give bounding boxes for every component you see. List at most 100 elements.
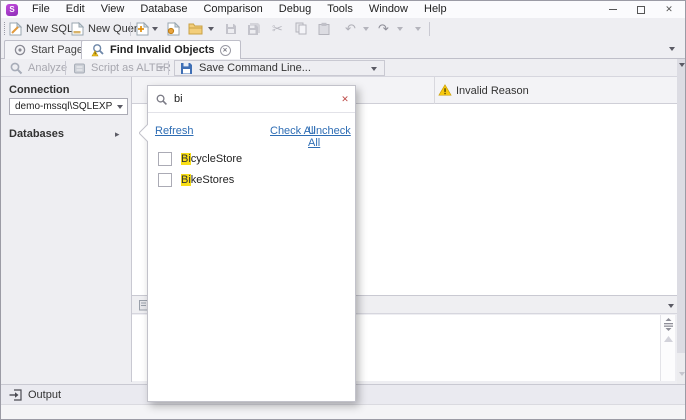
- tab-list-dropdown[interactable]: [669, 47, 675, 51]
- toolbar-separator: [130, 22, 131, 36]
- redo-button[interactable]: ↷: [378, 21, 389, 36]
- script-as-alter-icon: [73, 62, 86, 75]
- copy-icon: [295, 22, 307, 35]
- new-sql-icon: [9, 22, 22, 36]
- save-button[interactable]: [225, 21, 237, 36]
- save-command-line-dropdown[interactable]: [371, 67, 377, 71]
- menu-view[interactable]: View: [93, 1, 133, 18]
- connection-dropdown-icon: [117, 105, 123, 109]
- menu-debug[interactable]: Debug: [271, 1, 319, 18]
- paste-button[interactable]: [318, 21, 330, 36]
- connection-label: Connection: [9, 84, 70, 96]
- new-query-label: New Query: [88, 23, 143, 35]
- toolbar-grip[interactable]: [4, 22, 5, 35]
- database-search-input[interactable]: [174, 89, 335, 109]
- menu-help[interactable]: Help: [416, 1, 455, 18]
- databases-label: Databases: [9, 128, 64, 140]
- new-sql-label: New SQL: [26, 23, 73, 35]
- cmdbar-separator-1: [65, 61, 66, 75]
- database-list-item: BikeStores: [148, 169, 355, 190]
- connection-value: demo-mssql\SQLEXPRESS: [10, 101, 113, 112]
- new-document-dropdown[interactable]: [152, 27, 158, 31]
- refresh-link[interactable]: Refresh: [155, 125, 194, 137]
- save-command-line-icon: [180, 62, 193, 75]
- document-tab-bar: Start Page Find Invalid Objects ✕: [1, 39, 685, 59]
- database-item-label-rest: cycleStore: [191, 153, 242, 165]
- tab-start-page[interactable]: Start Page: [4, 40, 93, 59]
- menu-tools[interactable]: Tools: [319, 1, 361, 18]
- undo-dropdown[interactable]: [363, 27, 369, 31]
- databases-expander-icon[interactable]: ▸: [115, 129, 120, 139]
- save-command-line-button[interactable]: Save Command Line...: [174, 60, 385, 76]
- script-as-alter-dropdown[interactable]: [158, 66, 164, 70]
- new-document-icon: [136, 22, 149, 36]
- invalid-reason-header-label[interactable]: Invalid Reason: [456, 85, 529, 97]
- tab-close-button[interactable]: ✕: [220, 45, 231, 56]
- menu-database[interactable]: Database: [132, 1, 195, 18]
- tab-find-invalid-objects-label: Find Invalid Objects: [110, 44, 215, 56]
- script-as-alter-button[interactable]: Script as ALTER: [73, 59, 171, 77]
- search-match-highlight: Bi: [181, 174, 191, 186]
- output-tab[interactable]: Output: [1, 389, 61, 401]
- uncheck-all-link[interactable]: Uncheck All: [308, 125, 355, 149]
- start-page-icon: [14, 44, 26, 56]
- clear-search-icon: ✕: [341, 94, 349, 104]
- close-button[interactable]: ✕: [655, 1, 683, 18]
- tab-close-icon: ✕: [223, 47, 228, 54]
- toolbar-separator-2: [429, 22, 430, 36]
- new-query-icon: [71, 22, 84, 36]
- connection-combobox[interactable]: demo-mssql\SQLEXPRESS: [9, 98, 128, 115]
- vertical-scroll-track-lower[interactable]: [677, 353, 686, 384]
- open-file-button[interactable]: [188, 21, 203, 36]
- database-item-label: BikeStores: [181, 174, 234, 186]
- maximize-button[interactable]: [627, 1, 655, 18]
- undo-icon: ↶: [345, 22, 356, 36]
- connection-dropdown-button[interactable]: [113, 105, 127, 109]
- cut-button[interactable]: ✂: [272, 21, 283, 36]
- undo-button[interactable]: ↶: [345, 21, 356, 36]
- copy-button[interactable]: [295, 21, 307, 36]
- menu-edit[interactable]: Edit: [58, 1, 93, 18]
- scroll-down-icon[interactable]: [679, 372, 685, 376]
- maximize-icon: [637, 6, 645, 14]
- open-folder-icon: [188, 22, 203, 35]
- database-checkbox-bikestores[interactable]: [158, 173, 172, 187]
- new-query-button[interactable]: New Query: [71, 19, 143, 38]
- database-checkbox-bicyclestore[interactable]: [158, 152, 172, 166]
- script-pane-dropdown[interactable]: [668, 304, 674, 308]
- database-item-label-rest: keStores: [191, 174, 234, 186]
- cmdbar-overflow-dropdown[interactable]: [679, 63, 685, 67]
- paste-icon: [318, 22, 330, 35]
- analyze-button[interactable]: Analyze: [9, 59, 67, 77]
- new-sql-button[interactable]: New SQL: [9, 19, 73, 38]
- title-bar: S File Edit View Database Comparison Deb…: [1, 1, 685, 18]
- splitter-handle-icon[interactable]: [663, 318, 674, 332]
- open-file-dropdown[interactable]: [208, 27, 214, 31]
- menu-file[interactable]: File: [24, 1, 58, 18]
- save-icon: [225, 23, 237, 35]
- toolbar-extra-dropdown[interactable]: [415, 27, 421, 31]
- close-icon: ✕: [665, 4, 673, 15]
- new-document-button[interactable]: [136, 21, 149, 36]
- options-sidebar: Connection demo-mssql\SQLEXPRESS Databas…: [1, 77, 132, 382]
- editor-scrollbar[interactable]: [660, 315, 675, 381]
- command-toolbar: Analyze Script as ALTER Save Command Lin…: [1, 59, 685, 77]
- popup-callout-arrow: [139, 124, 148, 142]
- new-object-button[interactable]: [167, 21, 180, 36]
- window-controls: ✕: [599, 1, 683, 18]
- tab-find-invalid-objects[interactable]: Find Invalid Objects ✕: [81, 40, 241, 59]
- status-bar: [1, 404, 685, 420]
- save-all-icon: [247, 22, 261, 35]
- save-all-button[interactable]: [247, 21, 261, 36]
- vertical-scroll-track[interactable]: [677, 59, 686, 353]
- redo-icon: ↷: [378, 22, 389, 36]
- clear-search-button[interactable]: ✕: [335, 94, 355, 105]
- cut-icon: ✂: [272, 22, 283, 36]
- database-list-item: BicycleStore: [148, 148, 355, 169]
- redo-dropdown[interactable]: [397, 27, 403, 31]
- grid-column-divider[interactable]: [434, 77, 435, 104]
- scroll-up-icon[interactable]: [664, 336, 673, 342]
- menu-comparison[interactable]: Comparison: [195, 1, 270, 18]
- menu-window[interactable]: Window: [361, 1, 416, 18]
- minimize-button[interactable]: [599, 1, 627, 18]
